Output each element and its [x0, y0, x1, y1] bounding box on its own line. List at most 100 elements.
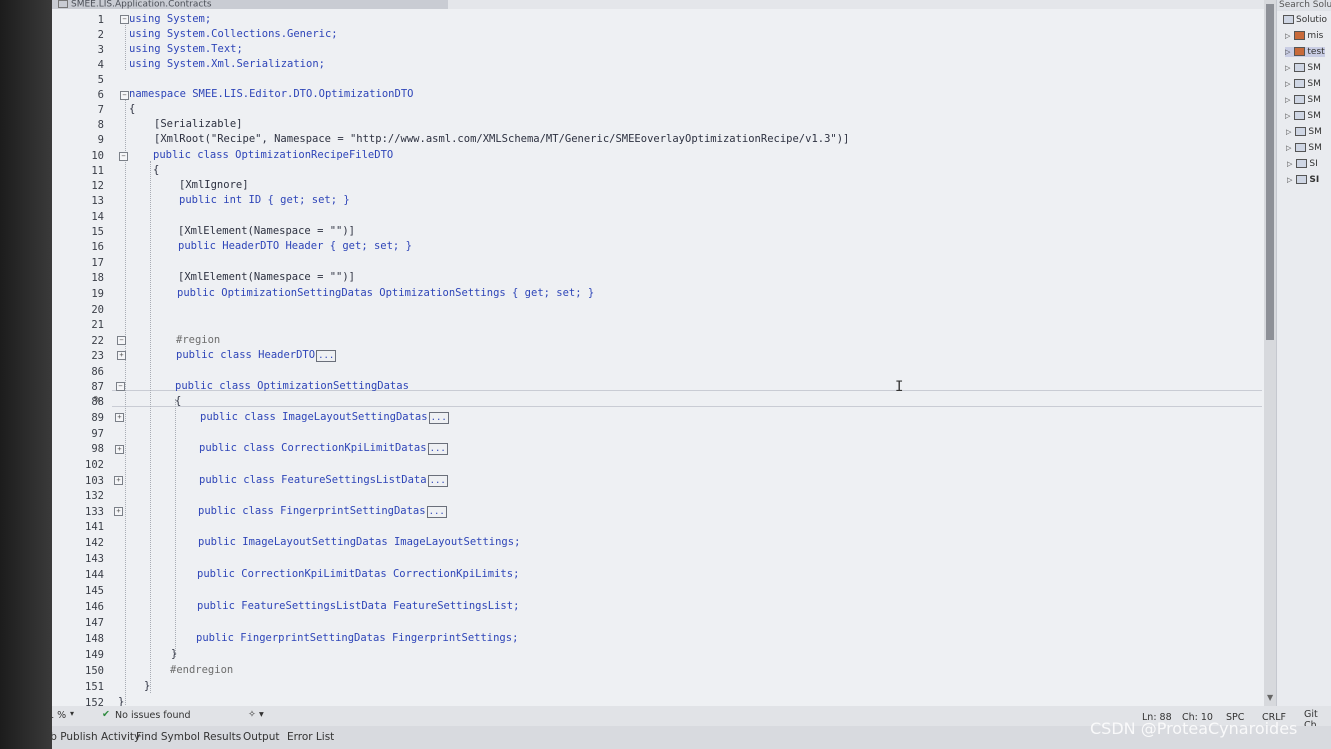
expand-toggle-icon[interactable]: +: [115, 413, 124, 422]
project-item[interactable]: ▷ SM: [1286, 143, 1322, 153]
project-item[interactable]: ▷ test: [1285, 47, 1325, 57]
expand-toggle-icon[interactable]: +: [117, 351, 126, 360]
line-number: 132: [85, 490, 104, 502]
csharp-project-icon: [1296, 159, 1308, 168]
scroll-down-icon[interactable]: ▼: [1267, 693, 1273, 702]
solution-root[interactable]: Solutio: [1283, 15, 1327, 25]
line-number: 150: [85, 665, 104, 677]
solution-icon: [1283, 15, 1294, 24]
code-line-text: public class HeaderDTO: [176, 349, 316, 361]
line-number: 152: [85, 697, 104, 706]
code-editor[interactable]: − − − − + − + + + + ✎ 1 2 3 4 5 6 7 8 9 …: [52, 9, 1264, 706]
project-item[interactable]: ▷ SM: [1285, 63, 1321, 73]
indent-guide: [125, 99, 126, 706]
code-line: namespace SMEE.LIS.Editor.DTO.Optimizati…: [129, 88, 414, 100]
text-cursor-icon: I: [895, 379, 904, 395]
ide-window: SMEE.LIS.Application.Contracts − − − − +…: [52, 0, 1331, 749]
line-number: 23: [91, 350, 104, 362]
expand-toggle-icon[interactable]: +: [114, 476, 123, 485]
code-line-text: public class FeatureSettingsListData: [199, 474, 427, 486]
line-number: 146: [85, 601, 104, 613]
code-line: public ImageLayoutSettingDatas ImageLayo…: [198, 536, 521, 548]
line-number: 103: [85, 475, 104, 487]
code-line: #region: [176, 334, 221, 346]
line-number: 86: [91, 366, 104, 378]
expand-toggle-icon[interactable]: +: [115, 445, 124, 454]
project-item[interactable]: ▷ SI: [1287, 159, 1318, 169]
expand-toggle-icon[interactable]: +: [114, 507, 123, 516]
scrollbar-thumb[interactable]: [1266, 4, 1274, 340]
project-item[interactable]: ▷ SM: [1285, 111, 1321, 121]
fold-toggle-icon[interactable]: −: [117, 336, 126, 345]
code-line: public class ImageLayoutSettingDatas...: [200, 411, 449, 424]
fold-toggle-icon[interactable]: −: [119, 152, 128, 161]
expand-arrow-icon: ▷: [1285, 32, 1291, 40]
code-cleanup-icon[interactable]: ✧ ▾: [248, 709, 264, 720]
code-line-text: public class FingerprintSettingDatas: [198, 505, 426, 517]
code-line: {: [175, 395, 182, 407]
tab-find-symbol-results[interactable]: Find Symbol Results: [136, 731, 241, 743]
fold-toggle-icon[interactable]: −: [116, 382, 125, 391]
expand-arrow-icon: ▷: [1285, 96, 1291, 104]
collapsed-region-marker[interactable]: ...: [316, 350, 337, 362]
tab-error-list[interactable]: Error List: [287, 731, 334, 743]
line-number: 15: [91, 226, 104, 238]
solution-explorer: Search Solu Solutio ▷ mis ▷ test ▷ SM ▷ SM ▷…: [1276, 0, 1331, 706]
code-line: public class FeatureSettingsListData...: [199, 474, 448, 487]
csharp-project-icon: [1294, 95, 1306, 104]
line-number: 1: [97, 14, 104, 26]
zoom-dropdown-icon[interactable]: ▾: [70, 709, 74, 718]
code-line: public class HeaderDTO...: [176, 349, 337, 362]
tab-output[interactable]: Output: [243, 731, 279, 743]
vertical-scrollbar[interactable]: ▼: [1264, 0, 1276, 706]
project-item[interactable]: ▷ mis: [1285, 31, 1323, 41]
code-line: public class OptimizationRecipeFileDTO: [153, 149, 394, 161]
solution-search-input[interactable]: Search Solu: [1277, 0, 1331, 11]
check-circle-icon: ✔: [102, 709, 110, 720]
line-number: 97: [91, 428, 104, 440]
file-icon: [58, 0, 68, 8]
line-number: 6: [97, 89, 104, 101]
indent-guide: [175, 399, 176, 657]
line-number: 148: [85, 633, 104, 645]
csharp-project-icon: [1294, 79, 1306, 88]
csharp-project-icon: [1296, 175, 1308, 184]
collapsed-region-marker[interactable]: ...: [427, 475, 448, 487]
fold-toggle-icon[interactable]: −: [120, 15, 129, 24]
line-number: 102: [85, 459, 104, 471]
document-tab[interactable]: SMEE.LIS.Application.Contracts: [52, 0, 448, 9]
line-number: 21: [91, 319, 104, 331]
code-line: using System.Collections.Generic;: [129, 28, 338, 40]
expand-arrow-icon: ▷: [1286, 128, 1292, 136]
project-item[interactable]: ▷ SM: [1286, 127, 1322, 137]
collapsed-region-marker[interactable]: ...: [428, 412, 449, 424]
tab-web-publish-activity[interactable]: Web Publish Activity: [52, 731, 140, 743]
line-number: 143: [85, 553, 104, 565]
xmlroot-attribute: [XmlRoot("Recipe", Namespace = "http://w…: [154, 133, 850, 145]
csharp-project-icon: [1295, 143, 1307, 152]
fold-toggle-icon[interactable]: −: [120, 91, 129, 100]
collapsed-region-marker[interactable]: ...: [426, 506, 447, 518]
folder-icon: [1294, 47, 1306, 56]
code-line: [XmlRoot("Recipe", Namespace = "http://w…: [154, 133, 849, 145]
watermark-text: CSDN @ProteaCynaroides: [1090, 719, 1298, 738]
zoom-level[interactable]: 111 %: [52, 710, 66, 721]
line-number: 87: [91, 381, 104, 393]
line-number: 16: [91, 241, 104, 253]
project-item[interactable]: ▷ SM: [1285, 95, 1321, 105]
code-line: public HeaderDTO Header { get; set; }: [178, 240, 412, 252]
code-line: public class FingerprintSettingDatas...: [198, 505, 447, 518]
line-number: 88: [91, 396, 104, 408]
project-item[interactable]: ▷ SI: [1287, 175, 1319, 185]
project-item[interactable]: ▷ SM: [1285, 79, 1321, 89]
csharp-project-icon: [1294, 111, 1306, 120]
collapsed-region-marker[interactable]: ...: [427, 443, 448, 455]
issues-status[interactable]: No issues found: [115, 710, 191, 721]
line-number: 12: [91, 180, 104, 192]
line-number: 8: [97, 119, 104, 131]
line-number: 141: [85, 521, 104, 533]
code-line: [XmlElement(Namespace = "")]: [178, 271, 356, 283]
expand-arrow-icon: ▷: [1285, 80, 1291, 88]
code-line-text: public class ImageLayoutSettingDatas: [200, 411, 428, 423]
code-line: {: [153, 164, 160, 176]
